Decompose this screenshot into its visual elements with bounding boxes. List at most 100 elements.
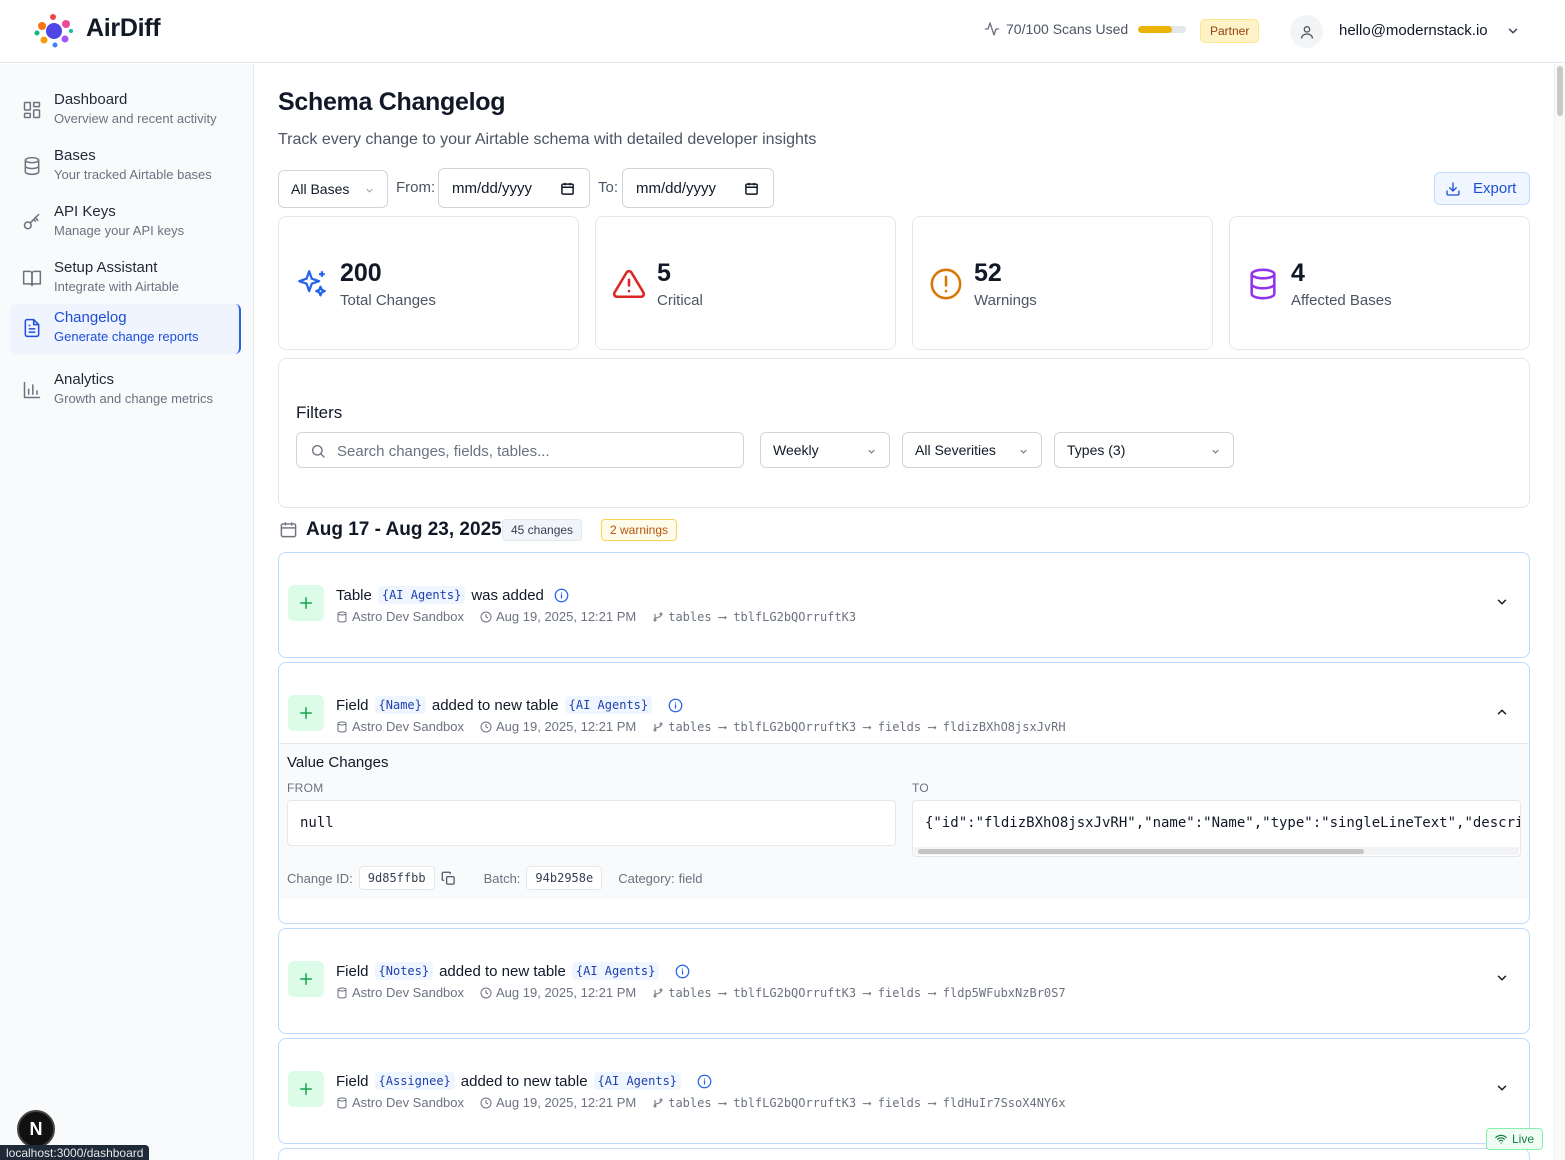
changes-count-badge: 45 changes <box>502 519 583 541</box>
entity-name-tag: {Assignee} <box>374 1072 455 1090</box>
wifi-icon <box>1495 1134 1507 1144</box>
sidebar-item-title: Bases <box>54 147 96 164</box>
sidebar-item-dashboard[interactable]: Dashboard Overview and recent activity <box>10 86 241 136</box>
live-status-badge: Live <box>1486 1128 1544 1150</box>
change-id-value[interactable]: 9d85ffbb <box>358 866 435 890</box>
change-title: Field {Name} added to new table {AI Agen… <box>336 696 683 714</box>
scrollbar-thumb[interactable] <box>918 849 1364 854</box>
page-title: Schema Changelog <box>278 88 506 116</box>
horizontal-scrollbar[interactable] <box>914 847 1519 855</box>
warnings-count-badge: 2 warnings <box>601 519 678 541</box>
scan-usage-bar-fill <box>1138 25 1172 33</box>
stat-card-warnings: 52 Warnings <box>912 216 1213 350</box>
chevron-down-icon <box>868 449 875 454</box>
change-card[interactable]: Table {AI Agents} was added Astro Dev Sa… <box>278 552 1530 658</box>
calendar-icon[interactable] <box>560 181 575 196</box>
base-select[interactable]: All Bases <box>278 170 388 208</box>
severity-select[interactable]: All Severities <box>902 432 1042 468</box>
page-scrollbar[interactable] <box>1554 64 1565 1160</box>
scan-usage: 70/100 Scans Used <box>984 21 1187 37</box>
from-date-input[interactable]: mm/dd/yyyy <box>438 168 590 208</box>
chevron-down-icon <box>1020 449 1027 454</box>
key-icon <box>23 213 40 230</box>
export-button[interactable]: Export <box>1434 172 1530 205</box>
git-branch-icon <box>653 988 663 997</box>
sidebar: Dashboard Overview and recent activity B… <box>0 64 254 1160</box>
dashboard-icon <box>23 101 41 119</box>
sidebar-item-subtitle: Integrate with Airtable <box>54 279 180 294</box>
change-card[interactable]: Field {Notes} added to new table {AI Age… <box>278 928 1530 1034</box>
base-name: Astro Dev Sandbox <box>352 1095 465 1110</box>
filters-panel: Filters Search changes, fields, tables..… <box>278 358 1530 508</box>
category-value: field <box>678 870 703 886</box>
chevron-down-icon[interactable] <box>1495 1081 1509 1095</box>
to-value-box[interactable]: {"id":"fldizBXhO8jsxJvRH","name":"Name",… <box>912 800 1521 857</box>
change-card-expanded[interactable]: Field {Name} added to new table {AI Agen… <box>278 662 1530 924</box>
calendar-icon[interactable] <box>744 181 759 196</box>
from-value-box[interactable]: null <box>287 800 896 846</box>
sidebar-item-bases[interactable]: Bases Your tracked Airtable bases <box>10 142 241 192</box>
entity-name-tag: {Notes} <box>374 962 434 980</box>
avatar[interactable] <box>1290 15 1323 48</box>
info-icon[interactable] <box>675 964 690 979</box>
change-card[interactable]: Field {Assignee} added to new table {AI … <box>278 1038 1530 1144</box>
schema-path: tables ⟶ tblfLG2bQOrruftK3 ⟶ fields ⟶ fl… <box>668 719 1066 734</box>
clock-icon <box>480 987 492 998</box>
chevron-down-icon[interactable] <box>1506 24 1520 38</box>
sidebar-item-title: Changelog <box>54 309 127 326</box>
database-icon <box>1250 268 1276 300</box>
to-date-input[interactable]: mm/dd/yyyy <box>622 168 774 208</box>
info-icon[interactable] <box>554 588 569 603</box>
change-meta: Astro Dev Sandbox Aug 19, 2025, 12:21 PM… <box>336 1095 1082 1110</box>
info-icon[interactable] <box>697 1074 712 1089</box>
timestamp: Aug 19, 2025, 12:21 PM <box>496 1095 637 1110</box>
from-value: null <box>300 815 334 831</box>
chevron-up-icon[interactable] <box>1495 705 1509 719</box>
sidebar-item-api-keys[interactable]: API Keys Manage your API keys <box>10 198 241 248</box>
change-kind: Table <box>336 586 372 604</box>
change-kind: Field <box>336 962 369 980</box>
bar-chart-icon <box>23 381 41 399</box>
sidebar-item-analytics[interactable]: Analytics Growth and change metrics <box>10 366 241 416</box>
database-icon <box>337 1097 347 1109</box>
batch-value[interactable]: 94b2958e <box>526 866 603 890</box>
change-id-label: Change ID: <box>287 870 353 886</box>
change-action: added to new table <box>431 696 559 714</box>
from-date-value: mm/dd/yyyy <box>452 179 533 197</box>
from-label: From: <box>396 179 436 196</box>
database-icon <box>337 987 347 999</box>
airdiff-logo-icon[interactable] <box>32 12 76 50</box>
change-card[interactable] <box>278 1148 1530 1160</box>
search-input[interactable]: Search changes, fields, tables... <box>296 432 744 468</box>
database-icon <box>337 721 347 733</box>
change-kind: Field <box>336 1072 369 1090</box>
change-title: Field {Assignee} added to new table {AI … <box>336 1072 712 1090</box>
chevron-down-icon <box>1212 449 1219 454</box>
info-icon[interactable] <box>668 698 683 713</box>
period-select[interactable]: Weekly <box>760 432 890 468</box>
git-branch-icon <box>653 1098 663 1107</box>
copy-icon[interactable] <box>441 871 456 886</box>
change-path: tables ⟶ tblfLG2bQOrruftK3 ⟶ fields ⟶ fl… <box>652 719 1066 734</box>
plus-icon <box>300 707 312 719</box>
sidebar-item-setup-assistant[interactable]: Setup Assistant Integrate with Airtable <box>10 254 241 304</box>
added-badge <box>288 695 324 731</box>
sidebar-item-changelog[interactable]: Changelog Generate change reports <box>10 304 241 354</box>
sidebar-item-title: API Keys <box>54 203 116 220</box>
scrollbar-thumb[interactable] <box>1557 66 1563 116</box>
app-name[interactable]: AirDiff <box>86 14 161 43</box>
period-select-value: Weekly <box>773 442 819 458</box>
chevron-down-icon[interactable] <box>1495 971 1509 985</box>
dev-tools-button[interactable]: N <box>17 1110 55 1148</box>
chevron-down-icon[interactable] <box>1495 595 1509 609</box>
stat-label: Affected Bases <box>1291 292 1392 309</box>
change-action: was added <box>471 586 544 604</box>
base-name: Astro Dev Sandbox <box>352 985 465 1000</box>
user-email[interactable]: hello@modernstack.io <box>1339 22 1488 39</box>
week-range-title: Aug 17 - Aug 23, 2025 <box>306 519 502 540</box>
sidebar-item-subtitle: Your tracked Airtable bases <box>54 167 212 182</box>
table-name-tag: {AI Agents} <box>593 1072 682 1090</box>
types-select[interactable]: Types (3) <box>1054 432 1234 468</box>
entity-name-tag: {AI Agents} <box>377 586 466 604</box>
search-placeholder: Search changes, fields, tables... <box>337 443 550 460</box>
